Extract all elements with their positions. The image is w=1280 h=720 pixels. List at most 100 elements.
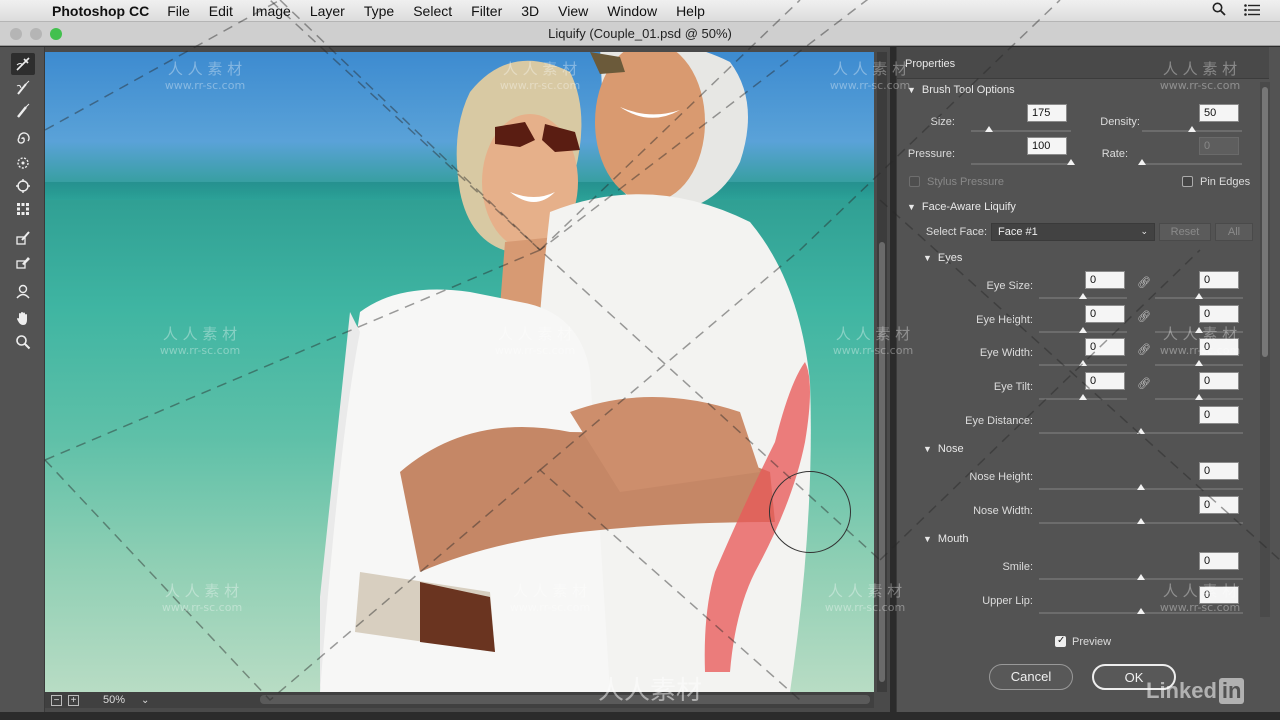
window-controls [10, 28, 62, 40]
eye-tilt-left-slider[interactable] [1039, 394, 1127, 400]
select-face-dropdown[interactable]: Face #1 ⌄ [991, 223, 1155, 241]
density-slider[interactable] [1142, 126, 1242, 132]
zoom-level[interactable]: 50% [103, 694, 125, 706]
nose-header[interactable]: ▼ Nose [923, 443, 964, 455]
menu-help[interactable]: Help [676, 3, 705, 19]
twirl-clockwise-tool-icon[interactable] [11, 128, 35, 150]
rate-slider [1138, 159, 1242, 165]
freeze-mask-tool-icon[interactable] [11, 227, 35, 249]
close-window-icon[interactable] [10, 28, 22, 40]
image-canvas[interactable] [45, 52, 874, 692]
linkedin-logo: Linked in [1146, 678, 1245, 704]
thaw-mask-tool-icon[interactable] [11, 251, 35, 273]
bloat-tool-icon[interactable] [11, 175, 35, 197]
eye-size-left-slider[interactable] [1039, 293, 1127, 299]
zoom-tool-icon[interactable] [11, 331, 35, 353]
size-field[interactable] [1027, 104, 1067, 122]
nose-height-field[interactable] [1199, 462, 1239, 480]
eye-width-right-slider[interactable] [1155, 360, 1243, 366]
smile-slider[interactable] [1039, 574, 1243, 580]
preview-checkbox[interactable] [1055, 635, 1066, 647]
forward-warp-tool-icon[interactable] [11, 53, 35, 75]
zoom-in-button[interactable]: + [68, 694, 79, 706]
nose-height-slider[interactable] [1039, 484, 1243, 490]
zoom-window-icon[interactable] [50, 28, 62, 40]
pressure-slider[interactable] [971, 159, 1075, 165]
collapse-triangle-icon: ▼ [923, 444, 932, 454]
eye-width-left-field[interactable] [1085, 338, 1125, 356]
all-button[interactable]: All [1215, 223, 1253, 241]
pucker-tool-icon[interactable] [11, 152, 35, 174]
preview-label: Preview [1072, 636, 1112, 648]
window-title: Liquify (Couple_01.psd @ 50%) [548, 26, 732, 41]
nose-width-slider[interactable] [1039, 518, 1243, 524]
pin-edges-checkbox[interactable] [1182, 176, 1193, 187]
pressure-label: Pressure: [907, 148, 955, 160]
pressure-field[interactable] [1027, 137, 1067, 155]
cancel-button[interactable]: Cancel [989, 664, 1073, 690]
link-icon[interactable]: 🔗︎ [1137, 310, 1151, 323]
panel-scrollbar[interactable] [1260, 82, 1270, 617]
density-field[interactable] [1199, 104, 1239, 122]
eye-tilt-right-slider[interactable] [1155, 394, 1243, 400]
canvas-status-bar: − + 50% ⌄ [45, 692, 874, 708]
reconstruct-tool-icon[interactable] [11, 77, 35, 99]
collapse-triangle-icon: ▼ [907, 85, 916, 95]
nose-width-field[interactable] [1199, 496, 1239, 514]
eye-height-left-slider[interactable] [1039, 327, 1127, 333]
mouth-header[interactable]: ▼ Mouth [923, 533, 969, 545]
eye-width-left-slider[interactable] [1039, 360, 1127, 366]
eye-distance-slider[interactable] [1039, 428, 1243, 434]
eye-width-right-field[interactable] [1199, 338, 1239, 356]
minimize-window-icon[interactable] [30, 28, 42, 40]
menu-3d[interactable]: 3D [521, 3, 539, 19]
collapse-triangle-icon: ▼ [923, 253, 932, 263]
eye-height-right-slider[interactable] [1155, 327, 1243, 333]
eye-size-right-slider[interactable] [1155, 293, 1243, 299]
face-aware-liquify-header[interactable]: ▼ Face-Aware Liquify [907, 201, 1016, 213]
menu-type[interactable]: Type [364, 3, 394, 19]
eye-size-left-field[interactable] [1085, 271, 1125, 289]
eyes-header[interactable]: ▼ Eyes [923, 252, 962, 264]
menu-file[interactable]: File [167, 3, 190, 19]
reset-button[interactable]: Reset [1159, 223, 1211, 241]
hand-tool-icon[interactable] [11, 307, 35, 329]
brush-cursor [769, 471, 851, 553]
eye-tilt-right-field[interactable] [1199, 372, 1239, 390]
link-icon[interactable]: 🔗︎ [1137, 276, 1151, 289]
menu-layer[interactable]: Layer [310, 3, 345, 19]
nose-width-label: Nose Width: [973, 505, 1033, 517]
properties-panel: Properties ▼Brush Tool Options Size: Den… [896, 47, 1280, 712]
eye-height-left-field[interactable] [1085, 305, 1125, 323]
menu-select[interactable]: Select [413, 3, 452, 19]
menu-view[interactable]: View [558, 3, 588, 19]
smile-field[interactable] [1199, 552, 1239, 570]
eye-height-right-field[interactable] [1199, 305, 1239, 323]
zoom-dropdown-icon[interactable]: ⌄ [141, 695, 149, 706]
eye-distance-field[interactable] [1199, 406, 1239, 424]
menu-app-name[interactable]: Photoshop CC [52, 3, 149, 19]
menu-window[interactable]: Window [607, 3, 657, 19]
link-icon[interactable]: 🔗︎ [1137, 343, 1151, 356]
canvas-vertical-scrollbar[interactable] [877, 52, 887, 692]
notification-list-icon[interactable] [1244, 3, 1260, 19]
size-slider[interactable] [971, 126, 1071, 132]
face-tool-icon[interactable] [11, 280, 35, 302]
brush-tool-options-header[interactable]: ▼ Brush Tool Options [907, 84, 1015, 96]
zoom-out-button[interactable]: − [51, 694, 62, 706]
eye-tilt-left-field[interactable] [1085, 372, 1125, 390]
size-label: Size: [930, 116, 955, 128]
density-label: Density: [1100, 116, 1140, 128]
upper-lip-field[interactable] [1199, 586, 1239, 604]
menu-image[interactable]: Image [252, 3, 291, 19]
link-icon[interactable]: 🔗︎ [1137, 377, 1151, 390]
eye-size-right-field[interactable] [1199, 271, 1239, 289]
push-left-tool-icon[interactable] [11, 198, 35, 220]
smooth-tool-icon[interactable] [11, 100, 35, 122]
menu-filter[interactable]: Filter [471, 3, 502, 19]
menu-edit[interactable]: Edit [209, 3, 233, 19]
eye-tilt-label: Eye Tilt: [993, 381, 1033, 393]
canvas-horizontal-scrollbar[interactable] [260, 695, 870, 704]
upper-lip-slider[interactable] [1039, 608, 1243, 614]
spotlight-search-icon[interactable] [1212, 2, 1226, 19]
